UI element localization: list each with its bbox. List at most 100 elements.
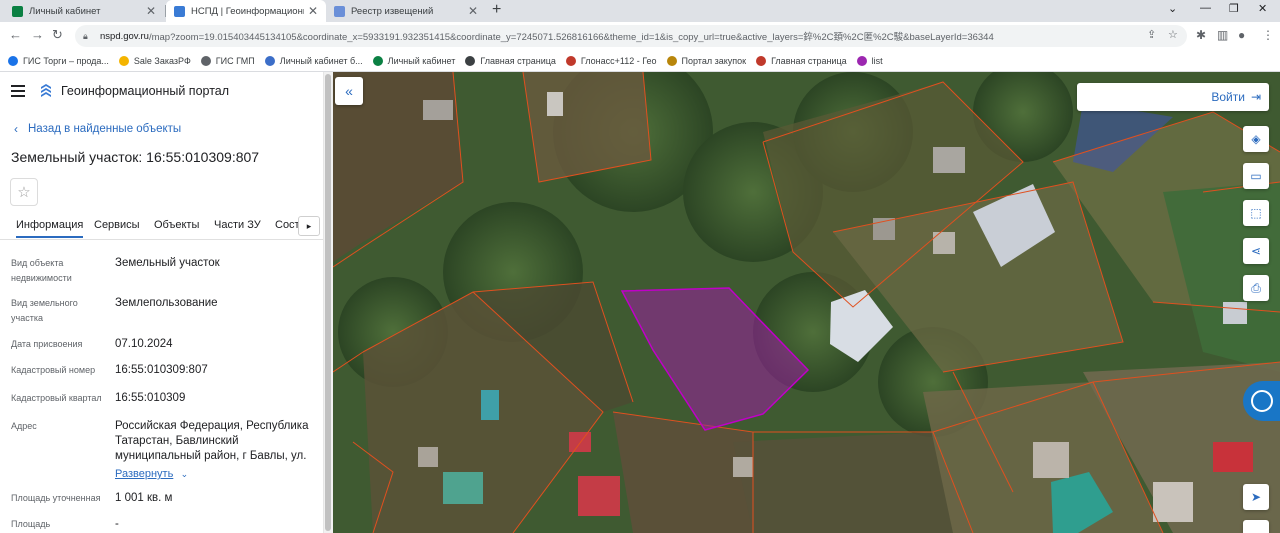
- bookmark-label: Личный кабинет б...: [279, 55, 363, 66]
- panel-scrollbar-thumb[interactable]: [325, 74, 331, 531]
- bookmark-label: Sale ЗаказРФ: [133, 55, 191, 66]
- close-tab-icon[interactable]: ✕: [146, 4, 156, 18]
- side-panel-icon[interactable]: ▥: [1217, 28, 1228, 42]
- attribute-label: Площадь: [11, 519, 51, 529]
- extensions-icon[interactable]: ✱: [1196, 28, 1206, 42]
- bookmark-item[interactable]: Личный кабинет: [372, 55, 456, 66]
- forward-arrow-icon[interactable]: →: [31, 27, 44, 42]
- layers-button[interactable]: ◈: [1243, 126, 1269, 152]
- bookmark-favicon-icon: [8, 55, 18, 66]
- close-window-icon[interactable]: ✕: [1258, 2, 1267, 15]
- back-link-label: Назад в найденные объекты: [28, 123, 182, 135]
- tab-information[interactable]: Информация: [16, 219, 84, 238]
- attribute-label: Дата присвоения: [11, 339, 83, 349]
- bookmark-item[interactable]: Портал закупок: [666, 55, 746, 66]
- bookmark-label: ГИС ГМП: [215, 55, 255, 66]
- browser-tab[interactable]: Реестр извещений ✕: [326, 0, 486, 22]
- print-button[interactable]: ⎙: [1243, 275, 1269, 301]
- attribute-value: 07.10.2024: [115, 338, 173, 350]
- tab-title: НСПД | Геоинформационный п: [191, 5, 304, 17]
- attribute-row: Вид земельного участка Землепользование: [11, 296, 311, 328]
- expand-address-button[interactable]: Развернуть ⌄: [115, 466, 188, 480]
- chevron-down-icon: ⌄: [180, 469, 189, 479]
- bookmark-favicon-icon: [856, 55, 867, 66]
- bookmark-label: Личный кабинет: [387, 55, 456, 66]
- bookmarks-bar: ГИС Торги – прода... Sale ЗаказРФ ГИС ГМ…: [0, 50, 1280, 72]
- bookmark-item[interactable]: Главная страница: [756, 55, 847, 66]
- tab-favicon-icon: [12, 5, 23, 17]
- tab-search-icon[interactable]: ⌄: [1168, 2, 1177, 15]
- portal-logo-icon: [41, 84, 51, 97]
- reload-icon[interactable]: ↻: [52, 27, 63, 43]
- bookmark-item[interactable]: ГИС ГМП: [200, 55, 255, 66]
- print-icon: ⎙: [1251, 280, 1261, 295]
- bookmark-item[interactable]: Личный кабинет б...: [264, 55, 363, 66]
- attribute-label: Адрес: [11, 421, 37, 431]
- bookmark-favicon-icon: [118, 55, 129, 66]
- bookmark-label: ГИС Торги – прода...: [23, 55, 109, 66]
- browser-tab[interactable]: Личный кабинет ✕: [4, 0, 164, 22]
- map-view[interactable]: [333, 72, 1280, 533]
- tab-favicon-icon: [334, 5, 345, 17]
- browser-tab-bar: Личный кабинет ✕ НСПД | Геоинформационны…: [0, 0, 1280, 22]
- bookmark-label: Главная страница: [480, 55, 556, 66]
- url-input[interactable]: 🔒︎ nspd.gov.ru/map?zoom=19.0154034451341…: [75, 25, 1187, 47]
- bookmark-favicon-icon: [465, 55, 476, 66]
- ruler-button[interactable]: ▭: [1243, 163, 1269, 189]
- bookmark-item[interactable]: Главная страница: [465, 55, 556, 66]
- tab-favicon-icon: [174, 5, 185, 17]
- favorite-star-button[interactable]: ☆: [10, 178, 38, 206]
- bookmark-item[interactable]: list: [856, 55, 883, 66]
- tabs-scroll-right-button[interactable]: ▸: [298, 216, 320, 236]
- attribute-value: 1 001 кв. м: [115, 492, 173, 504]
- attribute-value: 16:55:010309: [115, 392, 186, 404]
- bookmark-item[interactable]: Глонасс+112 - Гео: [565, 55, 657, 66]
- tab-title: Личный кабинет: [29, 5, 101, 17]
- bookmark-item[interactable]: ГИС Торги – прода...: [8, 55, 109, 66]
- select-area-icon: ⬚: [1250, 206, 1262, 220]
- hamburger-menu-icon[interactable]: [11, 85, 25, 97]
- login-button[interactable]: Войти ⇥: [1077, 83, 1269, 111]
- select-area-button[interactable]: ⬚: [1243, 200, 1269, 226]
- attribute-value: Российская Федерация, Республика Татарст…: [115, 420, 309, 462]
- bookmark-star-icon[interactable]: ☆: [1168, 28, 1178, 41]
- tab-parts[interactable]: Части ЗУ: [214, 219, 261, 231]
- url-path: /map?zoom=19.015403445134105&coordinate_…: [148, 32, 994, 43]
- map-tool-button[interactable]: [1243, 520, 1269, 533]
- ruler-icon: ▭: [1250, 169, 1262, 183]
- tab-services[interactable]: Сервисы: [94, 219, 140, 231]
- locate-button[interactable]: ➤: [1243, 484, 1269, 510]
- attribute-row: Кадастровый номер 16:55:010309:807: [11, 363, 311, 379]
- back-arrow-icon[interactable]: ←: [9, 27, 22, 42]
- attribute-row: Кадастровый квартал 16:55:010309: [11, 391, 311, 407]
- collapse-panel-button[interactable]: «: [335, 77, 363, 105]
- attribute-value: Землепользование: [115, 297, 218, 309]
- bookmark-favicon-icon: [264, 55, 275, 66]
- share-page-icon[interactable]: ⇪: [1147, 28, 1156, 41]
- browser-tab-active[interactable]: НСПД | Геоинформационный п ✕: [166, 0, 326, 22]
- satellite-map[interactable]: [333, 72, 1280, 533]
- bookmark-item[interactable]: Sale ЗаказРФ: [118, 55, 191, 66]
- browser-menu-icon[interactable]: ⋮: [1262, 28, 1274, 42]
- support-chat-button[interactable]: [1243, 381, 1280, 421]
- login-icon: ⇥: [1250, 90, 1261, 104]
- info-tabs: Информация Сервисы Объекты Части ЗУ Сост…: [0, 214, 323, 240]
- share-icon: ⋖: [1250, 244, 1262, 258]
- attribute-row: Площадь уточненная 1 001 кв. м: [11, 491, 311, 507]
- expand-label: Развернуть: [115, 468, 174, 480]
- close-tab-icon[interactable]: ✕: [308, 4, 318, 18]
- back-to-results-link[interactable]: ‹ Назад в найденные объекты: [14, 122, 181, 136]
- attribute-label: Вид земельного участка: [11, 298, 78, 323]
- tab-objects[interactable]: Объекты: [154, 219, 199, 231]
- attribute-value: 16:55:010309:807: [115, 364, 208, 376]
- object-info-panel: Геоинформационный портал ‹ Назад в найде…: [0, 72, 323, 533]
- address-bar: ← → ↻ 🔒︎ nspd.gov.ru/map?zoom=19.0154034…: [0, 22, 1280, 50]
- close-tab-icon[interactable]: ✕: [468, 4, 478, 18]
- profile-avatar-icon[interactable]: ●: [1238, 28, 1245, 42]
- share-button[interactable]: ⋖: [1243, 238, 1269, 264]
- restore-icon[interactable]: ❐: [1229, 2, 1239, 15]
- minimize-icon[interactable]: —: [1200, 2, 1211, 14]
- url-host: nspd.gov.ru: [100, 30, 149, 42]
- bookmark-label: list: [871, 55, 883, 66]
- new-tab-icon[interactable]: +: [492, 1, 501, 19]
